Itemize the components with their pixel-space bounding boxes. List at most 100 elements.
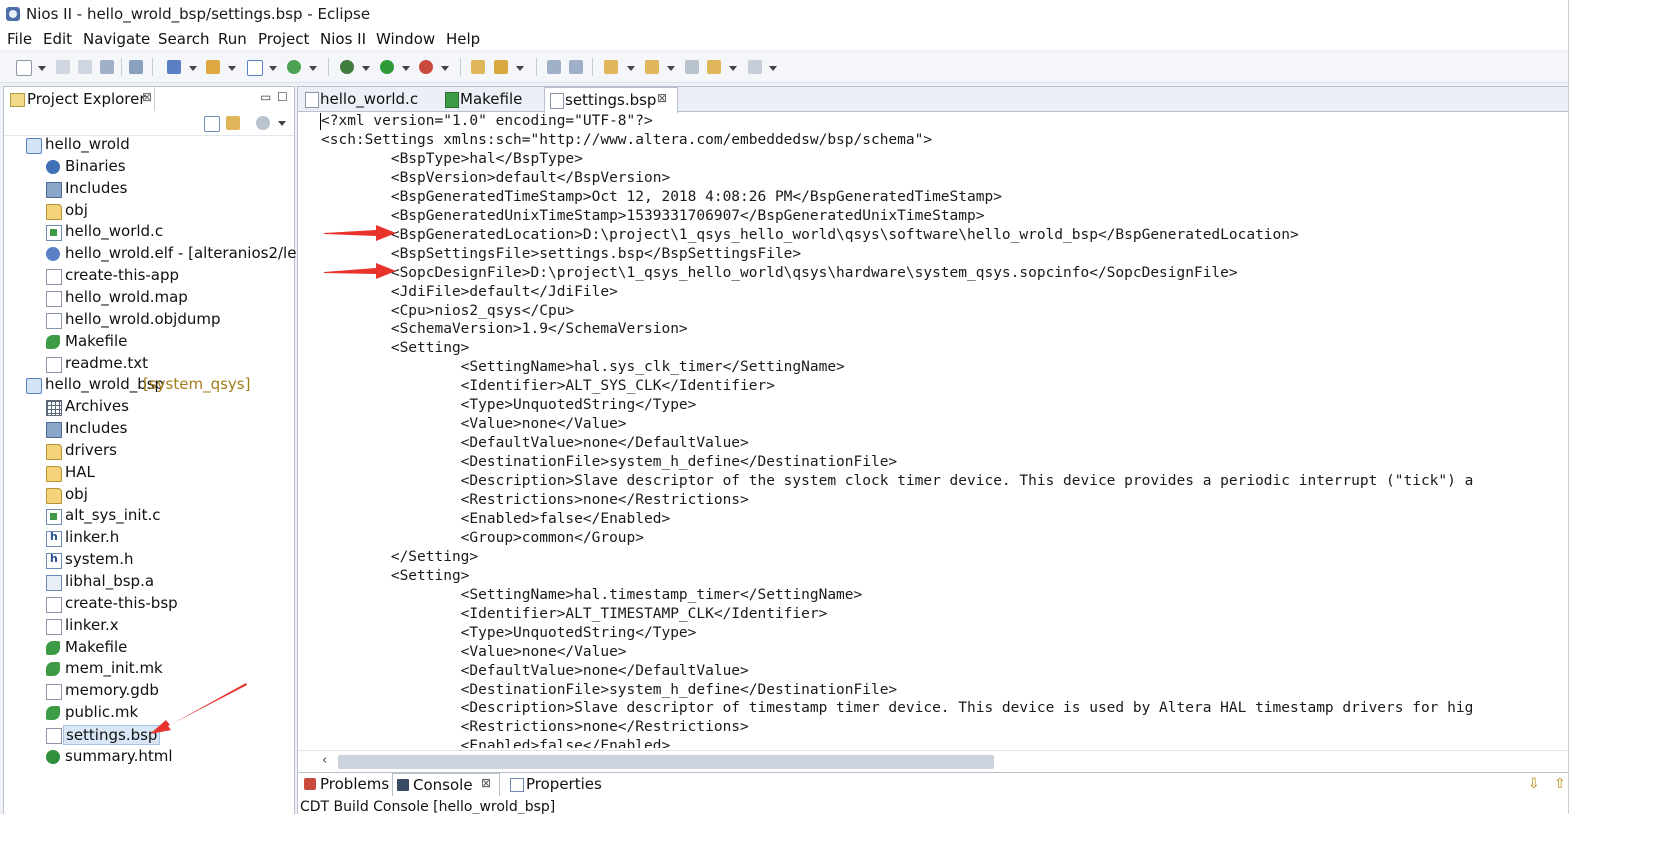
menu-project[interactable]: Project [258,30,309,48]
scroll-left-icon[interactable]: ‹ [322,753,327,768]
back-dropdown-icon[interactable] [729,66,737,71]
debug-icon[interactable] [340,60,354,74]
next-annotation-dropdown-icon[interactable] [627,66,635,71]
code-line: <Cpu>nios2_qsys</Cpu> [321,302,575,319]
code-line: <Value>none</Value> [321,416,627,433]
new-icon[interactable] [16,60,32,76]
tree-item-label: HAL [65,462,95,481]
toolbar-separator [152,58,153,76]
tab-settings-bsp[interactable]: settings.bsp ⊠ [544,87,678,113]
tab-hello-world-c[interactable]: hello_world.c [300,87,436,111]
last-edit-icon[interactable] [685,60,699,74]
toolbar-separator [328,58,329,76]
tab-label: Makefile [460,90,523,108]
menu-file[interactable]: File [7,30,32,48]
menu-nios-ii[interactable]: Nios II [320,30,366,48]
new-source-icon[interactable] [247,60,263,76]
pin-console-icon[interactable]: ⇧ [1554,776,1566,792]
debug-dropdown-icon[interactable] [362,66,370,71]
includes-icon [46,422,62,439]
tab-console[interactable]: Console ⊠ [392,773,500,796]
next-annotation-icon[interactable] [604,60,618,74]
toggle-mark-icon[interactable] [547,60,561,74]
code-area[interactable]: <?xml version="1.0" encoding="UTF-8"?> <s… [298,112,1568,748]
forward-icon[interactable] [748,60,762,74]
new-folder-icon[interactable] [206,60,220,74]
print-icon[interactable] [100,60,114,74]
previous-annotation-icon[interactable] [645,60,659,74]
run-icon[interactable] [380,60,394,74]
code-line: <SettingName>hal.timestamp_timer</Settin… [321,586,863,603]
code-line: <Enabled>false</Enabled> [321,738,671,748]
console-panel: Problems Console ⊠ Properties ⇩ ⇧ CDT Bu… [297,772,1568,814]
main-toolbar [0,52,1568,83]
tab-problems[interactable]: Problems [300,773,390,795]
search-icon[interactable] [494,60,508,74]
console-output-line: CDT Build Console [hello_wrold_bsp] [300,799,556,814]
forward-dropdown-icon[interactable] [769,66,777,71]
makefile-icon [46,662,60,677]
new-dropdown-icon[interactable] [38,66,46,71]
new-class-dropdown-icon[interactable] [309,66,317,71]
save-all-icon[interactable] [78,60,92,74]
folder-icon [46,465,62,482]
tab-properties[interactable]: Properties [506,773,606,795]
code-line: <Description>Slave descriptor of the sys… [321,473,1474,490]
show-whitespace-icon[interactable] [569,60,583,74]
scroll-lock-icon[interactable]: ⇩ [1528,776,1540,792]
c-file-icon [46,509,62,526]
run-dropdown-icon[interactable] [402,66,410,71]
code-line: <DefaultValue>none</DefaultValue> [321,662,749,679]
close-icon[interactable]: ⊠ [657,91,667,105]
new-project-icon[interactable] [167,60,181,74]
tree-item-label: drivers [65,440,117,459]
scroll-thumb[interactable] [338,755,994,769]
new-project-dropdown-icon[interactable] [189,66,197,71]
code-line: <Restrictions>none</Restrictions> [321,492,749,508]
open-type-icon[interactable] [471,60,485,74]
menu-navigate[interactable]: Navigate [83,30,150,48]
elf-icon [46,247,60,262]
tree-item-label: Makefile [65,331,128,350]
code-line: <Group>common</Group> [321,529,645,546]
code-line: <BspVersion>default</BspVersion> [321,169,671,186]
maximize-icon[interactable]: ☐ [277,90,288,104]
collapse-all-icon[interactable] [204,116,220,132]
link-with-editor-icon[interactable] [226,116,240,130]
new-class-icon[interactable] [287,60,301,74]
view-menu-dropdown-icon[interactable] [278,121,286,126]
external-tools-dropdown-icon[interactable] [441,66,449,71]
tree-item-label: Archives [65,397,129,416]
search-dropdown-icon[interactable] [516,66,524,71]
tree-item-extra: [system_qsys] [143,375,251,394]
menu-edit[interactable]: Edit [43,30,72,48]
tree-item-label: linker.h [65,528,120,547]
back-icon[interactable] [707,60,721,74]
close-icon[interactable]: ⊠ [481,776,491,790]
close-icon[interactable]: ⊠ [142,90,152,104]
menu-window[interactable]: Window [376,30,435,48]
horizontal-scrollbar[interactable]: ‹ [298,750,1568,773]
minimize-icon[interactable]: ▭ [260,90,271,104]
menu-run[interactable]: Run [218,30,247,48]
code-line: <SchemaVersion>1.9</SchemaVersion> [321,321,688,338]
tab-makefile[interactable]: Makefile [440,87,540,111]
new-source-dropdown-icon[interactable] [269,66,277,71]
tree-item-label: readme.txt [65,353,149,372]
menu-help[interactable]: Help [446,30,480,48]
editor-panel: hello_world.c Makefile settings.bsp ⊠ <?… [297,86,1568,774]
new-folder-dropdown-icon[interactable] [228,66,236,71]
project-icon [26,138,42,154]
properties-icon [510,778,524,792]
menu-search[interactable]: Search [158,30,210,48]
view-menu-icon[interactable] [256,116,270,130]
build-all-icon[interactable] [129,60,143,74]
tab-label: settings.bsp [565,91,657,109]
annotation-arrows [324,225,396,279]
code-line: <sch:Settings xmlns:sch="http://www.alte… [321,131,933,148]
tab-project-explorer[interactable]: Project Explorer ⊠ [4,87,155,111]
previous-annotation-dropdown-icon[interactable] [667,66,675,71]
save-icon[interactable] [56,60,70,74]
external-tools-icon[interactable] [419,60,433,74]
code-line: <Identifier>ALT_SYS_CLK</Identifier> [321,378,775,395]
